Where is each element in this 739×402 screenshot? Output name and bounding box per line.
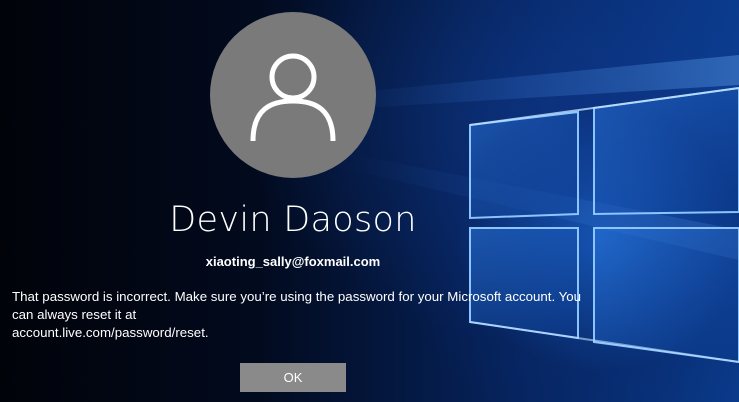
error-message-line: That password is incorrect. Make sure yo… bbox=[12, 289, 582, 304]
user-display-name: Devin Daoson bbox=[169, 200, 417, 240]
ok-button[interactable]: OK bbox=[240, 363, 346, 392]
error-message-line: can always reset it at bbox=[12, 307, 137, 322]
user-avatar bbox=[210, 12, 376, 178]
lock-screen: Devin Daoson xiaoting_sally@foxmail.com … bbox=[0, 0, 739, 402]
user-email: xiaoting_sally@foxmail.com bbox=[205, 254, 381, 269]
error-message-line: account.live.com/password/reset. bbox=[12, 325, 209, 340]
password-error-message: That password is incorrect. Make sure yo… bbox=[12, 288, 602, 342]
person-icon bbox=[250, 53, 336, 142]
